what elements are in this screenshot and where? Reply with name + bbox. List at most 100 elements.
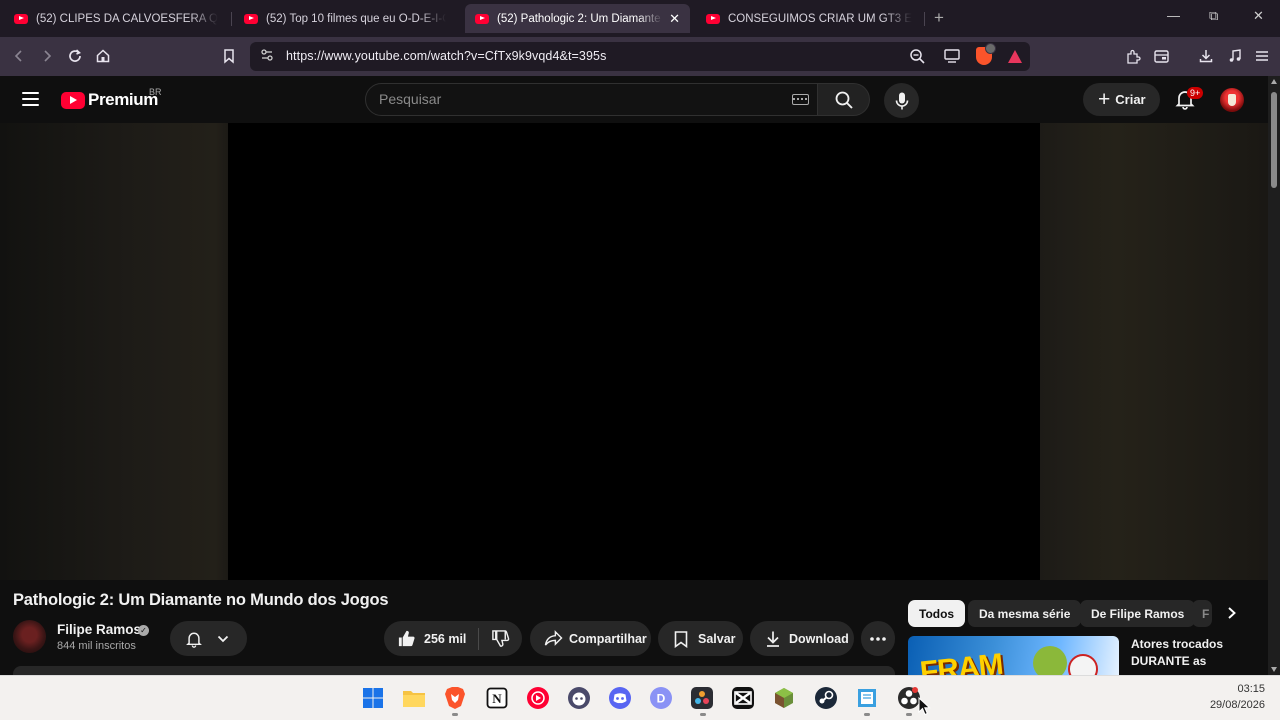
close-tab-icon[interactable]: ✕ xyxy=(669,11,680,27)
home-icon[interactable] xyxy=(92,45,114,67)
youtube-favicon-icon xyxy=(706,13,720,24)
like-count[interactable]: 256 mil xyxy=(424,632,466,646)
chip-from-channel[interactable]: De Filipe Ramos xyxy=(1080,600,1196,627)
mouse-cursor-icon xyxy=(918,697,931,716)
scrollbar-thumb[interactable] xyxy=(1271,92,1277,188)
recommended-video-title[interactable]: Atores trocados DURANTE as xyxy=(1131,636,1241,670)
create-button[interactable]: + Criar xyxy=(1083,83,1160,116)
bookmark-icon[interactable] xyxy=(218,45,240,67)
wallet-icon[interactable] xyxy=(1150,45,1172,67)
like-icon[interactable] xyxy=(397,629,416,648)
tab-title: (52) Top 10 filmes que eu O-D-E-I-O xyxy=(266,12,446,25)
save-button[interactable]: Salvar xyxy=(658,621,743,656)
channel-avatar[interactable] xyxy=(13,620,46,653)
scroll-up-arrow-icon[interactable] xyxy=(1271,79,1277,84)
zoom-icon[interactable] xyxy=(906,45,928,67)
description-box[interactable] xyxy=(13,666,895,675)
chip-more[interactable]: F xyxy=(1192,600,1212,627)
windows-taskbar xyxy=(0,675,1280,720)
account-avatar[interactable] xyxy=(1220,88,1244,112)
thumbnail-artwork: FRAM xyxy=(918,647,1005,676)
download-button[interactable]: Download xyxy=(750,621,854,656)
page-scrollbar[interactable] xyxy=(1268,76,1280,675)
keyboard-icon[interactable] xyxy=(792,94,809,105)
tab-title: (52) Pathologic 2: Um Diamante no Mundo … xyxy=(497,12,663,25)
cast-icon[interactable] xyxy=(941,45,963,67)
youtube-logo[interactable]: Premium BR xyxy=(61,87,162,110)
new-tab-button[interactable]: + xyxy=(934,9,944,27)
restore-icon[interactable]: ⧉ xyxy=(1209,8,1218,24)
recommended-video-thumbnail[interactable]: FRAM xyxy=(908,636,1119,676)
chip-same-series[interactable]: Da mesma série xyxy=(968,600,1082,627)
video-title: Pathologic 2: Um Diamante no Mundo dos J… xyxy=(13,591,389,609)
extensions-icon[interactable] xyxy=(1122,45,1144,67)
brave-shields-icon[interactable] xyxy=(973,43,996,67)
dislike-icon[interactable] xyxy=(491,629,510,648)
guide-menu-icon[interactable] xyxy=(22,92,39,106)
download-label: Download xyxy=(789,631,849,646)
chevron-right-icon[interactable] xyxy=(1222,603,1242,623)
forward-icon[interactable] xyxy=(36,45,58,67)
video-player[interactable] xyxy=(228,123,1040,580)
browser-toolbar: https://www.youtube.com/watch?v=CfTx9k9v… xyxy=(0,37,1280,76)
taskbar-clock-date[interactable]: 29/08/2026 xyxy=(1210,699,1265,711)
youtube-play-icon xyxy=(61,91,85,109)
tab-divider xyxy=(924,12,925,26)
search-input[interactable] xyxy=(379,91,779,107)
share-label: Compartilhar xyxy=(569,631,647,646)
taskbar-clock-time[interactable]: 03:15 xyxy=(1237,683,1265,695)
search-box xyxy=(365,83,818,116)
file-explorer-icon[interactable] xyxy=(402,686,426,710)
save-label: Salvar xyxy=(698,631,736,646)
country-code: BR xyxy=(149,87,162,97)
browser-tab[interactable]: (52) Top 10 filmes que eu O-D-E-I-O xyxy=(234,4,456,33)
more-actions-button[interactable] xyxy=(861,621,895,656)
brave-rewards-icon[interactable] xyxy=(1004,45,1026,67)
notepad-icon[interactable] xyxy=(855,686,879,710)
github-desktop-icon[interactable] xyxy=(567,686,591,710)
davinci-resolve-icon[interactable] xyxy=(690,686,714,710)
url-text: https://www.youtube.com/watch?v=CfTx9k9v… xyxy=(286,49,607,63)
like-divider xyxy=(478,627,480,650)
plus-icon: + xyxy=(1098,87,1111,111)
search-icon xyxy=(835,91,853,109)
capcut-icon[interactable] xyxy=(731,686,755,710)
discord-icon[interactable] xyxy=(608,686,632,710)
minecraft-icon[interactable] xyxy=(772,686,796,710)
close-window-icon[interactable]: ✕ xyxy=(1253,8,1264,24)
tab-divider xyxy=(231,12,232,26)
search-button[interactable] xyxy=(818,83,870,116)
chevron-down-icon xyxy=(217,635,229,642)
download-icon xyxy=(767,631,779,647)
media-controls-icon[interactable] xyxy=(1224,45,1246,67)
subscription-notifications-button[interactable] xyxy=(170,621,247,656)
notion-icon[interactable]: N xyxy=(485,686,509,710)
verified-badge-icon: ✓ xyxy=(138,625,149,636)
reload-icon[interactable] xyxy=(64,45,86,67)
discord-alt-icon[interactable]: D xyxy=(649,686,673,710)
youtube-music-icon[interactable] xyxy=(526,686,550,710)
menu-icon[interactable] xyxy=(1251,45,1273,67)
notification-count-badge: 9+ xyxy=(1187,87,1204,99)
steam-icon[interactable] xyxy=(814,686,838,710)
browser-tab[interactable]: (52) CLIPES DA CALVOESFERA QUE N xyxy=(4,4,228,33)
chip-all[interactable]: Todos xyxy=(908,600,966,627)
channel-name[interactable]: Filipe Ramos xyxy=(57,622,141,637)
minimize-icon[interactable]: — xyxy=(1167,8,1180,23)
browser-tab-strip: (52) CLIPES DA CALVOESFERA QUE N (52) To… xyxy=(0,0,1280,37)
browser-tab[interactable]: CONSEGUIMOS CRIAR UM GT3 ENQUANTO xyxy=(696,4,922,33)
youtube-favicon-icon xyxy=(14,13,28,24)
create-label: Criar xyxy=(1115,92,1146,107)
voice-search-button[interactable] xyxy=(884,83,919,118)
brave-browser-icon[interactable] xyxy=(443,686,467,710)
site-settings-icon[interactable] xyxy=(260,48,274,65)
downloads-icon[interactable] xyxy=(1195,45,1217,67)
more-horizontal-icon xyxy=(870,636,886,641)
share-button[interactable]: Compartilhar xyxy=(530,621,651,656)
running-indicator xyxy=(906,713,912,716)
windows-start-icon[interactable] xyxy=(361,686,385,710)
thumbnail-character xyxy=(1033,646,1067,676)
back-icon[interactable] xyxy=(8,45,30,67)
browser-tab-active[interactable]: (52) Pathologic 2: Um Diamante no Mundo … xyxy=(465,4,690,33)
scroll-down-arrow-icon[interactable] xyxy=(1271,667,1277,672)
